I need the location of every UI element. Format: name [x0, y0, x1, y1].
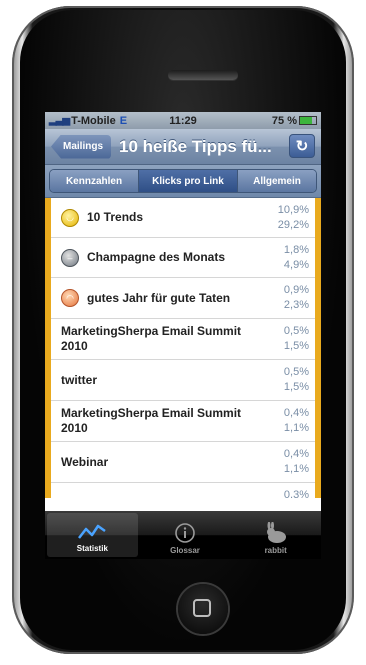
link-rates: 0,5% 1,5%	[269, 324, 309, 354]
segment-kennzahlen[interactable]: Kennzahlen	[50, 170, 139, 192]
rate-primary: 10,9%	[277, 203, 309, 216]
rate-primary: 0,5%	[283, 325, 309, 337]
segmented-control: Kennzahlen Klicks pro Link Allgemein	[49, 169, 317, 193]
list-item[interactable]: MarketingSherpa Email Summit 2010 0,5% 1,…	[51, 319, 315, 360]
list-item[interactable]: twitter 0,5% 1,5%	[51, 360, 315, 401]
link-rates: 0,9% 2,3%	[269, 283, 309, 313]
tab-glossar[interactable]: Glossar	[140, 511, 231, 559]
back-button[interactable]: Mailings	[51, 134, 112, 159]
home-square-icon	[193, 599, 211, 617]
link-rates: 0,3%	[269, 488, 309, 498]
screen: ▂▃▅ T-Mobile E 11:29 75 % Mailings 10 he…	[45, 112, 321, 559]
rate-secondary: 4,9%	[283, 258, 309, 271]
rate-primary: 1,8%	[283, 243, 309, 256]
list-item[interactable]: ◡ 10 Trends 10,9% 29,2%	[51, 198, 315, 238]
info-icon	[175, 523, 195, 543]
link-label: 10 Trends	[87, 210, 144, 224]
chart-icon	[78, 524, 107, 539]
list-item[interactable]: MarketingSherpa Email Summit 2010 0,4% 1,…	[51, 401, 315, 442]
rate-primary: 0,9%	[283, 284, 309, 296]
rate-primary: 0,5%	[283, 366, 309, 378]
home-button[interactable]	[178, 584, 228, 634]
rabbit-icon	[266, 522, 286, 543]
link-label: Champagne des Monats	[87, 250, 226, 264]
tab-statistik[interactable]: Statistik	[47, 513, 138, 557]
rate-secondary: 1,1%	[283, 463, 309, 475]
speaker-grille	[168, 70, 238, 80]
neutral-face-icon: –	[61, 248, 79, 267]
rate-primary: 0,3%	[283, 489, 309, 498]
segment-klicks-pro-link[interactable]: Klicks pro Link	[139, 170, 238, 192]
tab-rabbit[interactable]: rabbit	[230, 511, 321, 559]
segment-allgemein[interactable]: Allgemein	[238, 170, 316, 192]
link-rates: 0,5% 1,5%	[269, 365, 309, 395]
rate-secondary: 1,5%	[283, 340, 309, 352]
link-label: twitter	[61, 372, 97, 387]
navigation-bar: Mailings 10 heiße Tipps fü... ↻	[45, 129, 321, 165]
link-list: ◡ 10 Trends 10,9% 29,2% – Champagne des M…	[45, 198, 321, 498]
tab-label: Glossar	[170, 546, 200, 555]
link-label: Webinar	[61, 454, 109, 469]
sad-face-icon: ◠	[61, 289, 79, 307]
list-item[interactable]: ◠ gutes Jahr für gute Taten 0,9% 2,3%	[51, 278, 315, 319]
rate-secondary: 2,3%	[283, 299, 309, 311]
list-item[interactable]: – Champagne des Monats 1,8% 4,9%	[51, 238, 315, 278]
link-rates: 10,9% 29,2%	[269, 203, 309, 233]
list-item[interactable]: 0,3%	[51, 483, 315, 498]
page-title: 10 heiße Tipps fü...	[119, 136, 272, 156]
link-label: MarketingSherpa Email Summit 2010	[61, 406, 242, 435]
refresh-button[interactable]: ↻	[289, 134, 315, 158]
link-rates: 1,8% 4,9%	[269, 243, 309, 273]
tab-bar: Statistik Glossar rabbit	[45, 511, 321, 559]
link-label: MarketingSherpa Email Summit 2010	[61, 324, 242, 353]
rate-secondary: 29,2%	[277, 218, 309, 231]
rate-secondary: 1,1%	[283, 422, 309, 434]
smiley-icon: ◡	[61, 208, 79, 227]
segment-bar: Kennzahlen Klicks pro Link Allgemein	[45, 165, 321, 198]
status-bar: ▂▃▅ T-Mobile E 11:29 75 %	[45, 112, 321, 129]
tab-label: rabbit	[264, 546, 287, 555]
link-list-inner: ◡ 10 Trends 10,9% 29,2% – Champagne des M…	[51, 198, 315, 498]
link-rates: 0,4% 1,1%	[269, 447, 309, 477]
rate-secondary: 1,5%	[283, 381, 309, 393]
clock: 11:29	[169, 114, 197, 127]
list-item[interactable]: Webinar 0,4% 1,1%	[51, 442, 315, 483]
rate-primary: 0,4%	[283, 448, 309, 460]
link-rates: 0,4% 1,1%	[269, 406, 309, 436]
refresh-icon: ↻	[295, 138, 309, 155]
link-label: gutes Jahr für gute Taten	[87, 290, 231, 305]
tab-label: Statistik	[76, 544, 108, 553]
rate-primary: 0,4%	[283, 407, 309, 419]
